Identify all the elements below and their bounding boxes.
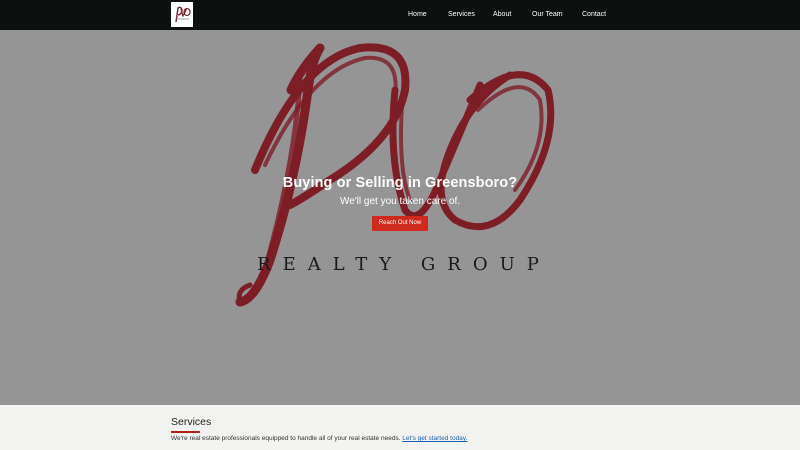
- hero-title: Buying or Selling in Greensboro?: [282, 175, 518, 191]
- services-text: We're real estate professionals equipped…: [171, 435, 403, 442]
- hero-subtitle: We'll get you taken care of.: [339, 196, 461, 207]
- nav-home[interactable]: Home: [408, 0, 427, 30]
- nav-contact[interactable]: Contact: [582, 0, 606, 30]
- hero-text-block: Buying or Selling in Greensboro? We'll g…: [0, 173, 800, 231]
- brand-realty-group: REALTY GROUP: [257, 254, 551, 275]
- nav-about[interactable]: About: [493, 0, 511, 30]
- services-section: Services We're real estate professionals…: [0, 405, 800, 450]
- services-underline: [171, 431, 200, 433]
- services-description: We're real estate professionals equipped…: [171, 435, 467, 442]
- hero-section: REALTY GROUP Buying or Selling in Greens…: [0, 30, 800, 405]
- get-started-link[interactable]: Let's get started today.: [402, 435, 467, 442]
- page: Home Services About Our Team Contact REA…: [0, 0, 800, 450]
- nav-our-team[interactable]: Our Team: [532, 0, 563, 30]
- navbar: Home Services About Our Team Contact: [0, 0, 800, 30]
- reach-out-button[interactable]: Reach Out Now: [371, 216, 429, 231]
- nav-links: Home Services About Our Team Contact: [0, 0, 800, 30]
- nav-services[interactable]: Services: [448, 0, 475, 30]
- services-heading: Services: [171, 416, 212, 428]
